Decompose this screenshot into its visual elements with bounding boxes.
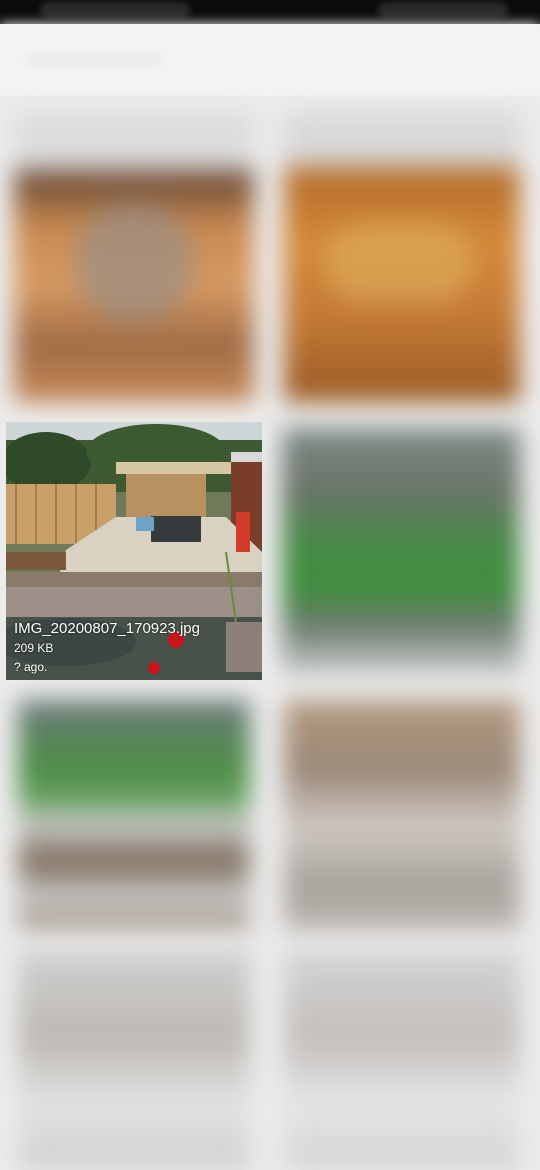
- photo-thumbnail[interactable]: [14, 112, 254, 402]
- file-age-label: ? ago.: [14, 660, 48, 674]
- blurred-toolbar: [0, 24, 540, 94]
- photo-thumbnail[interactable]: [284, 950, 520, 1170]
- status-bar: [0, 0, 540, 24]
- status-bar-right: [378, 2, 508, 18]
- photo-thumbnail[interactable]: [282, 428, 520, 674]
- file-size-label: 209 KB: [14, 641, 54, 655]
- status-bar-left: [40, 2, 190, 18]
- photo-thumbnail[interactable]: [18, 950, 250, 1170]
- photo-thumbnail-focused[interactable]: IMG_20200807_170923.jpg 209 KB ? ago.: [6, 422, 262, 680]
- file-name-label: IMG_20200807_170923.jpg: [14, 620, 200, 637]
- photo-thumbnail[interactable]: [284, 112, 520, 402]
- photo-thumbnail[interactable]: [18, 700, 250, 930]
- photo-thumbnail[interactable]: [284, 700, 520, 930]
